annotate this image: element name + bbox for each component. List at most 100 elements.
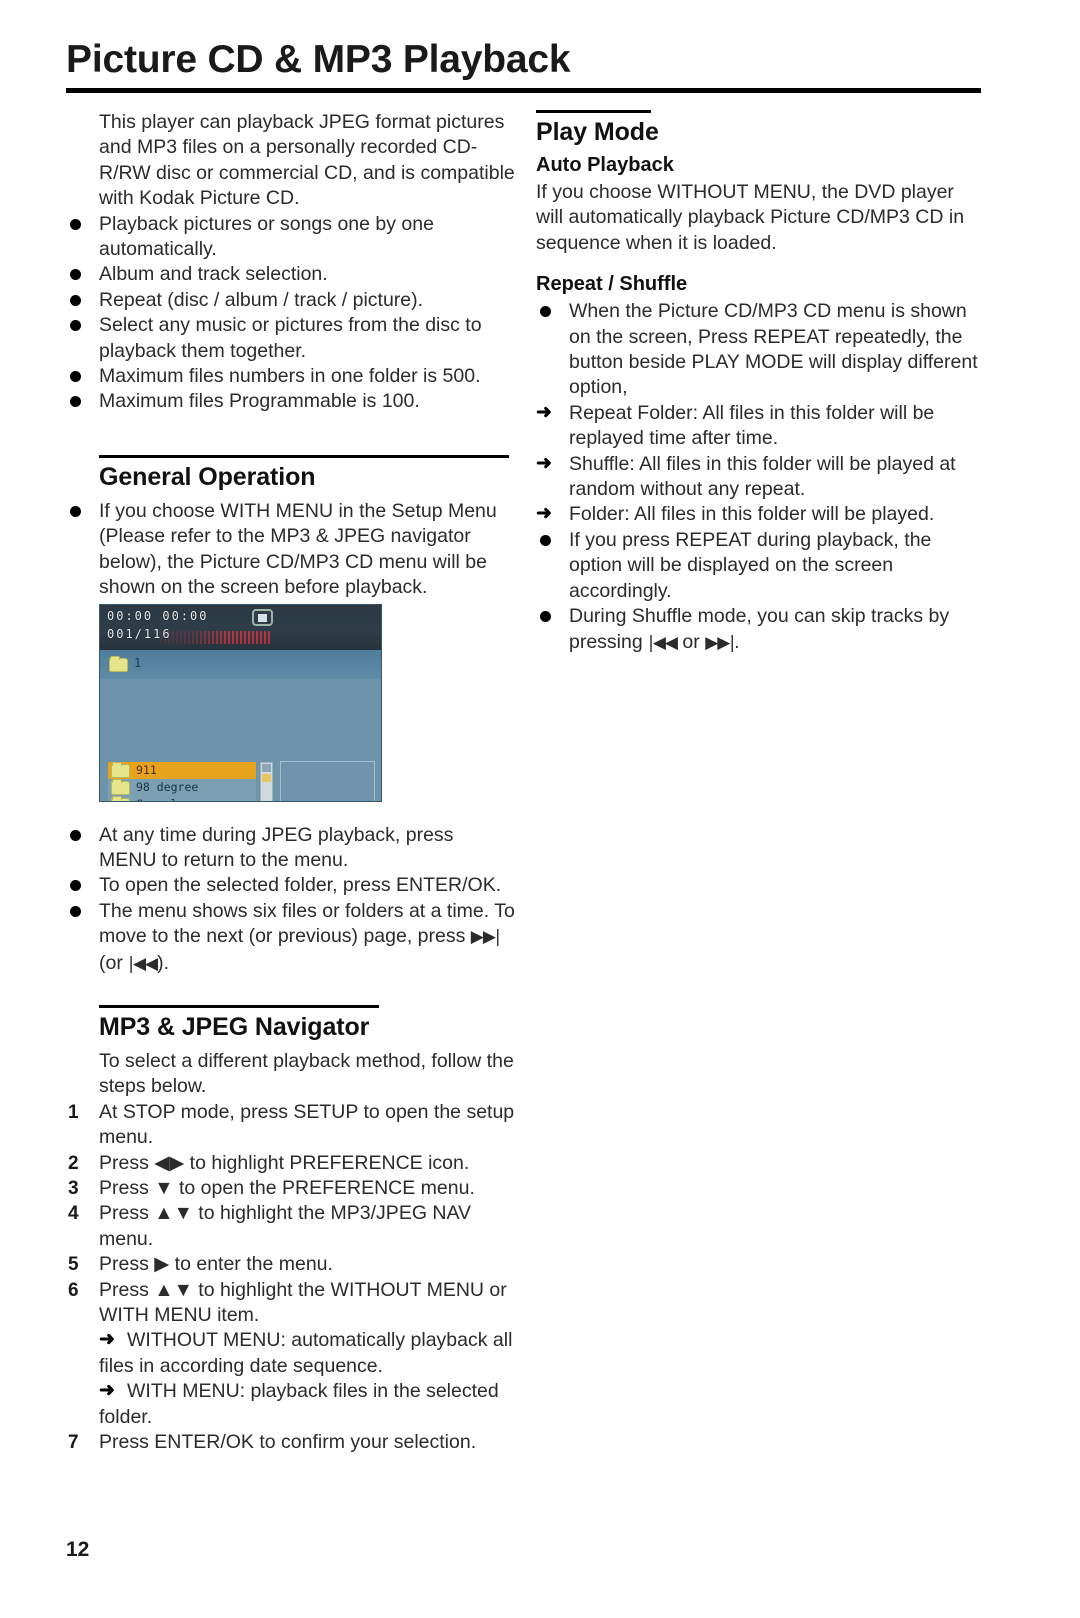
- section-heading-mp3-jpeg-navigator: MP3 & JPEG Navigator: [99, 1012, 370, 1041]
- bullet-dot-icon: [70, 829, 81, 841]
- folder-icon: [111, 762, 130, 778]
- numbered-step: 1 At STOP mode, press SETUP to open the …: [66, 1100, 516, 1151]
- navigator-intro: To select a different playback method, f…: [99, 1049, 514, 1098]
- list-item: If you choose WITH MENU in the Setup Men…: [66, 499, 516, 601]
- manual-page: Picture CD & MP3 Playback This player ca…: [0, 0, 1080, 1618]
- list-item-label: Maximum files Programmable is 100.: [99, 390, 420, 413]
- subheading-auto-playback: Auto Playback: [536, 154, 674, 176]
- numbered-step: 2 Press ◀▶ to highlight PREFERENCE icon.: [66, 1151, 516, 1176]
- bullet-dot-icon: [70, 294, 81, 306]
- list-item: If you press REPEAT during playback, the…: [536, 528, 986, 604]
- step-text: Press ▲▼ to highlight the WITHOUT MENU o…: [99, 1278, 507, 1326]
- bullet-dot-icon: [540, 611, 551, 623]
- step-number: 1: [68, 1101, 79, 1123]
- arrow-right-icon: ➜: [536, 452, 552, 474]
- step-number: 3: [68, 1177, 79, 1199]
- arrow-right-icon: ➜: [99, 1380, 115, 1402]
- step-number: 7: [68, 1432, 79, 1454]
- numbered-step: 6 Press ▲▼ to highlight the WITHOUT MENU…: [66, 1278, 516, 1329]
- next-track-icon: ▶▶|: [705, 632, 735, 653]
- step-text: At STOP mode, press SETUP to open the se…: [99, 1100, 515, 1149]
- step-text: Press ◀▶ to highlight PREFERENCE icon.: [99, 1151, 470, 1174]
- folder-list[interactable]: 911 98 degree Coco lee Coyote Ugly Disne…: [108, 762, 256, 801]
- folder-icon: [111, 779, 130, 795]
- list-item-label: Select any music or pictures from the di…: [99, 314, 482, 362]
- elapsed-time-display: 00:00 00:00: [107, 609, 209, 623]
- intro-paragraph: This player can playback JPEG format pic…: [99, 111, 515, 210]
- dvd-menu-screenshot: 00:00 00:00 001/116 1 911 98 degree Coc: [99, 604, 382, 802]
- folder-icon: [111, 796, 130, 801]
- list-item-label: Maximum files numbers in one folder is 5…: [99, 365, 481, 388]
- bullet-dot-icon: [540, 534, 551, 546]
- list-item-label: 98 degree: [136, 780, 199, 794]
- bullet-dot-icon: [70, 218, 81, 230]
- bullet-dot-icon: [70, 905, 81, 917]
- bullet-dot-icon: [70, 269, 81, 281]
- list-item: Repeat (disc / album / track / picture).: [66, 288, 516, 313]
- title-divider: [66, 88, 981, 93]
- list-item: At any time during JPEG playback, press …: [66, 823, 516, 874]
- step-number: 6: [68, 1279, 79, 1301]
- list-item: Album and track selection.: [66, 262, 516, 287]
- section-heading-general-operation: General Operation: [99, 462, 316, 491]
- screenshot-path-bar: [100, 650, 381, 679]
- bullet-dot-icon: [70, 880, 81, 892]
- preview-panel: [280, 761, 375, 801]
- path-label: 1: [134, 656, 142, 670]
- list-item-label: The menu shows six files or folders at a…: [99, 899, 515, 948]
- list-item-label: During Shuffle mode, you can skip tracks…: [569, 605, 950, 653]
- list-item[interactable]: Coco lee: [108, 796, 256, 801]
- bullet-dot-icon: [70, 371, 81, 383]
- numbered-step: 4 Press ▲▼ to highlight the MP3/JPEG NAV…: [66, 1201, 516, 1252]
- sub-note: ➜ Shuffle: All files in this folder will…: [536, 452, 986, 503]
- list-item-label-cont: (or: [99, 951, 129, 974]
- sub-note: ➜ Repeat Folder: All files in this folde…: [536, 401, 986, 452]
- list-item: Select any music or pictures from the di…: [66, 313, 516, 364]
- list-item: Maximum files Programmable is 100.: [66, 389, 516, 414]
- section-divider: [99, 454, 509, 458]
- previous-track-icon: |◀◀: [648, 632, 678, 653]
- list-item-label: Playback pictures or songs one by one au…: [99, 212, 434, 261]
- list-item[interactable]: 911: [108, 762, 256, 779]
- step-text: Press ▼ to open the PREFERENCE menu.: [99, 1176, 475, 1199]
- next-track-icon: ▶▶|: [470, 927, 501, 948]
- arrow-right-icon: ➜: [536, 503, 552, 525]
- numbered-step: 5 Press ▶ to enter the menu.: [66, 1252, 516, 1277]
- list-item-label: 911: [136, 763, 157, 777]
- list-item-label-mid: or: [677, 630, 706, 653]
- subheading-repeat-shuffle: Repeat / Shuffle: [536, 273, 688, 296]
- sub-note-label: Folder: All files in this folder will be…: [569, 503, 935, 526]
- page-number: 12: [66, 1538, 90, 1561]
- bullet-dot-icon: [540, 306, 551, 318]
- scrollbar[interactable]: [260, 762, 273, 801]
- list-item-label: Repeat (disc / album / track / picture).: [99, 288, 424, 311]
- sub-note: ➜ Folder: All files in this folder will …: [536, 502, 986, 527]
- bullet-dot-icon: [70, 505, 81, 517]
- list-item-label: To open the selected folder, press ENTER…: [99, 874, 502, 897]
- list-item: Playback pictures or songs one by one au…: [66, 212, 516, 263]
- sub-note: ➜ WITHOUT MENU: automatically playback a…: [66, 1328, 516, 1379]
- list-item-label: If you press REPEAT during playback, the…: [569, 528, 932, 602]
- section-divider: [536, 110, 651, 113]
- list-item-label: At any time during JPEG playback, press …: [99, 823, 454, 871]
- bullet-dot-icon: [70, 396, 81, 408]
- arrow-right-icon: ➜: [99, 1329, 115, 1351]
- numbered-step: 7 Press ENTER/OK to confirm your selecti…: [66, 1430, 516, 1455]
- screenshot-content-area: 911 98 degree Coco lee Coyote Ugly Disne…: [100, 679, 381, 801]
- right-column: Play Mode Auto Playback If you choose WI…: [536, 110, 986, 656]
- section-divider: [99, 1004, 379, 1008]
- section-heading-play-mode: Play Mode: [536, 118, 659, 146]
- previous-track-icon: |◀◀: [128, 953, 158, 974]
- sub-note-label: Shuffle: All files in this folder will b…: [569, 452, 956, 501]
- screenshot-status-bar: 00:00 00:00 001/116: [100, 605, 381, 650]
- stop-icon: [252, 609, 273, 626]
- folder-icon: [109, 656, 128, 672]
- list-item-label: Coco lee: [136, 797, 191, 801]
- list-item[interactable]: 98 degree: [108, 779, 256, 796]
- list-item: When the Picture CD/MP3 CD menu is shown…: [536, 299, 986, 401]
- scrollbar-thumb[interactable]: [262, 774, 271, 782]
- list-item-label-end: .: [734, 630, 740, 653]
- list-item: During Shuffle mode, you can skip tracks…: [536, 604, 986, 656]
- step-number: 5: [68, 1254, 79, 1276]
- scroll-up-icon[interactable]: [262, 764, 271, 772]
